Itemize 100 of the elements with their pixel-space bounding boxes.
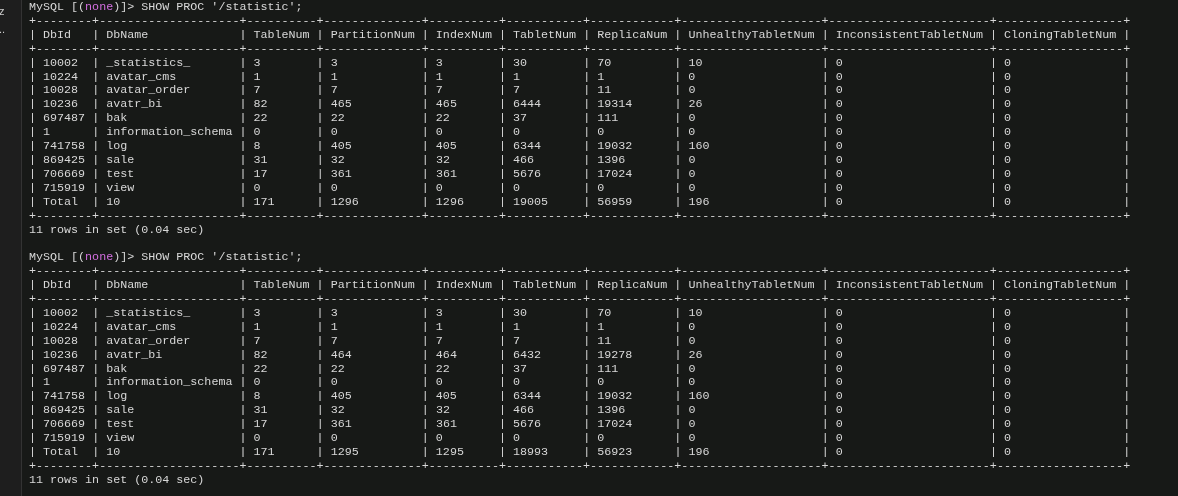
cell-divider: | [239,69,247,84]
cell-divider: | [92,333,100,348]
table-cell: avatar_cms [106,319,177,334]
column-header: CloningTabletNum [1004,278,1117,293]
table-cell: 0 [688,166,696,181]
cell-divider: | [421,347,429,362]
table-cell: 0 [1004,305,1012,320]
sidebar-label[interactable]: z [0,2,5,20]
table-cell: 466 [513,403,535,418]
table-cell: 0 [1004,152,1012,167]
cell-divider: | [1123,139,1131,154]
table-cell: 0 [688,417,696,432]
column-header: TabletNum [513,278,577,293]
cell-divider: | [29,333,36,348]
table-cell: 0 [835,445,843,459]
table-cell: 0 [597,125,605,140]
cell-divider: | [1123,111,1131,126]
cell-divider: | [316,445,324,459]
cell-divider: | [316,180,324,195]
cell-divider: | [421,403,429,418]
table-cell: 361 [435,166,457,181]
column-header: TableNum [253,278,310,293]
table-cell: 0 [688,375,696,390]
cell-divider: | [92,152,100,167]
table-cell: 0 [835,431,843,446]
table-cell: 0 [688,152,696,167]
table-cell: 0 [835,166,843,181]
table-cell: 10028 [43,333,79,348]
cell-divider: | [29,319,36,334]
table-cell: 0 [253,375,261,390]
table-cell: 0 [1004,389,1012,404]
cell-divider: | [239,417,247,432]
table-border: +--------+--------------------+----------+--------------+----------+-----------+------------+--------------------+-----------------------+------------------+ [29,293,1131,307]
cell-divider: | [316,305,324,320]
table-cell: log [106,389,128,404]
table-cell: 715919 [43,431,86,446]
table-cell: 0 [835,305,843,320]
cell-divider: | [674,305,682,320]
table-cell: 6344 [513,139,542,154]
table-cell: 466 [513,152,535,167]
cell-divider: | [92,417,100,432]
table-cell: 111 [597,111,619,126]
cell-divider: | [821,319,829,334]
table-cell: 70 [597,55,612,70]
table-cell: 0 [835,69,843,84]
cell-divider: | [239,166,247,181]
table-cell: 37 [513,111,528,126]
cell-divider: | [239,27,247,42]
table-cell: 0 [1004,180,1012,195]
column-header: ReplicaNum [597,278,668,293]
cell-divider: | [499,333,506,348]
table-cell: 1396 [597,403,626,418]
cell-divider: | [1123,445,1131,459]
table-cell: 1 [435,319,443,334]
cell-divider: | [583,417,591,432]
cell-divider: | [821,333,829,348]
cell-divider: | [1123,278,1131,293]
table-cell: 6344 [513,389,542,404]
cell-divider: | [674,431,682,446]
cell-divider: | [821,278,829,293]
cell-divider: | [499,194,506,209]
table-cell: 10002 [43,305,79,320]
table-cell: 405 [330,139,352,154]
cell-divider: | [1123,431,1131,446]
cell-divider: | [821,194,829,209]
table-cell: 10236 [43,97,79,112]
table-cell: 7 [330,83,338,98]
table-cell: 0 [835,333,843,348]
cell-divider: | [29,180,36,195]
cell-divider: | [92,431,100,446]
cell-divider: | [499,417,507,432]
cell-divider: | [316,83,324,98]
cell-divider: | [92,139,100,154]
table-cell: 7 [253,333,261,348]
table-cell: 715919 [43,180,86,195]
cell-divider: | [92,27,100,42]
cell-divider: | [421,431,429,446]
cell-divider: | [821,305,829,320]
cell-divider: | [583,431,591,446]
table-cell: 0 [1004,319,1011,334]
table-cell: 82 [253,97,268,112]
sidebar-label[interactable]: .. [0,20,6,38]
cell-divider: | [583,83,591,98]
table-border: +--------+--------------------+----------+--------------+----------+-----------+------------+--------------------+-----------------------+------------------+ [29,265,1131,280]
cell-divider: | [821,180,829,195]
table-cell: 171 [253,194,275,209]
cell-divider: | [92,97,100,112]
table-cell: 0 [835,55,843,70]
cell-divider: | [239,361,247,376]
table-cell: bak [106,111,128,126]
cell-divider: | [92,361,100,376]
cell-divider: | [499,403,507,418]
table-cell: 22 [435,361,450,376]
cell-divider: | [990,180,997,195]
table-cell: 0 [1004,83,1012,98]
table-cell: 3 [253,305,261,320]
table-cell: 17 [253,166,268,181]
table-cell: 82 [253,347,268,362]
table-cell: 7 [513,333,521,348]
cell-divider: | [316,194,324,209]
